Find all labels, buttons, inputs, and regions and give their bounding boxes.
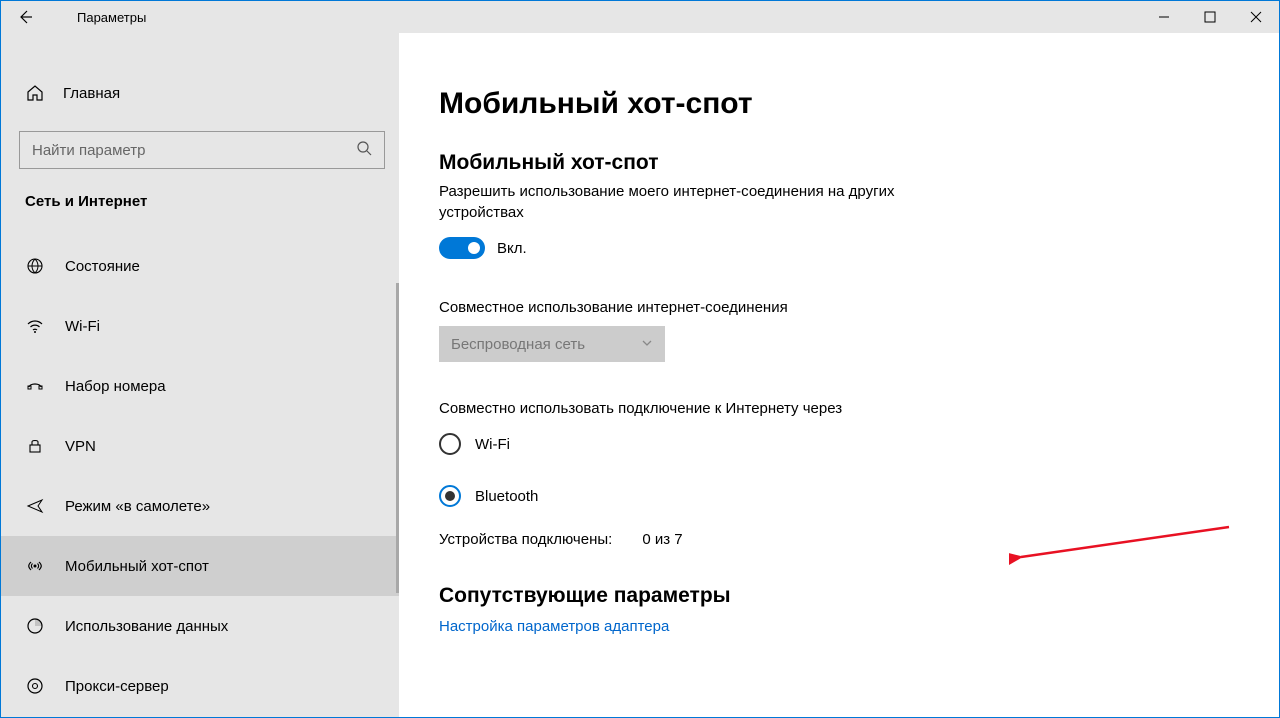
page-title: Мобильный хот-спот [439,87,1239,121]
sidebar-item-datausage[interactable]: Использование данных [1,596,399,656]
sidebar-item-label: VPN [65,438,96,455]
radio-bluetooth[interactable]: Bluetooth [439,479,1239,513]
dial-icon [25,376,45,396]
globe-icon [25,256,45,276]
sidebar-item-label: Мобильный хот-спот [65,558,209,575]
devices-connected-value: 0 из 7 [642,531,682,548]
sidebar-item-wifi[interactable]: Wi-Fi [1,296,399,356]
radio-wifi[interactable]: Wi-Fi [439,427,1239,461]
dropdown-value: Беспроводная сеть [451,336,585,353]
window-title: Параметры [49,10,146,25]
hotspot-section-title: Мобильный хот-спот [439,151,1239,175]
toggle-label: Вкл. [497,240,527,257]
share-over-label: Совместно использовать подключение к Инт… [439,400,1239,417]
radio-label: Wi-Fi [475,436,510,453]
main-content: Мобильный хот-спот Мобильный хот-спот Ра… [399,33,1279,717]
sidebar-item-vpn[interactable]: VPN [1,416,399,476]
sidebar-item-dialup[interactable]: Набор номера [1,356,399,416]
category-label: Сеть и Интернет [1,185,399,218]
devices-connected-label: Устройства подключены: [439,531,612,548]
wifi-icon [25,316,45,336]
chevron-down-icon [641,336,653,353]
sidebar-item-label: Набор номера [65,378,166,395]
share-from-dropdown[interactable]: Беспроводная сеть [439,326,665,362]
sidebar-item-proxy[interactable]: Прокси-сервер [1,656,399,716]
maximize-button[interactable] [1187,1,1233,33]
adapter-settings-link[interactable]: Настройка параметров адаптера [439,618,1239,635]
hotspot-toggle[interactable] [439,237,485,259]
radio-circle [439,433,461,455]
sidebar-item-status[interactable]: Состояние [1,236,399,296]
search-input[interactable] [19,131,385,169]
datausage-icon [25,616,45,636]
hotspot-icon [25,556,45,576]
sidebar-item-label: Wi-Fi [65,318,100,335]
sidebar: Главная Сеть и Интернет Состояние Wi-Fi [1,33,399,717]
sidebar-item-label: Использование данных [65,618,228,635]
sidebar-item-hotspot[interactable]: Мобильный хот-спот [1,536,399,596]
search-field[interactable] [32,142,356,159]
proxy-icon [25,676,45,696]
radio-circle-selected [439,485,461,507]
minimize-button[interactable] [1141,1,1187,33]
related-heading: Сопутствующие параметры [439,584,1239,608]
search-icon [356,140,372,160]
back-button[interactable] [1,1,49,33]
home-label: Главная [63,85,120,102]
sidebar-item-airplane[interactable]: Режим «в самолете» [1,476,399,536]
home-button[interactable]: Главная [1,73,399,113]
sidebar-item-label: Режим «в самолете» [65,498,210,515]
airplane-icon [25,496,45,516]
radio-label: Bluetooth [475,488,538,505]
sidebar-item-label: Состояние [65,258,140,275]
vpn-icon [25,436,45,456]
hotspot-description: Разрешить использование моего интернет-с… [439,181,959,223]
close-button[interactable] [1233,1,1279,33]
share-from-label: Совместное использование интернет-соедин… [439,299,1239,316]
titlebar: Параметры [1,1,1279,33]
home-icon [25,83,45,103]
sidebar-item-label: Прокси-сервер [65,678,169,695]
